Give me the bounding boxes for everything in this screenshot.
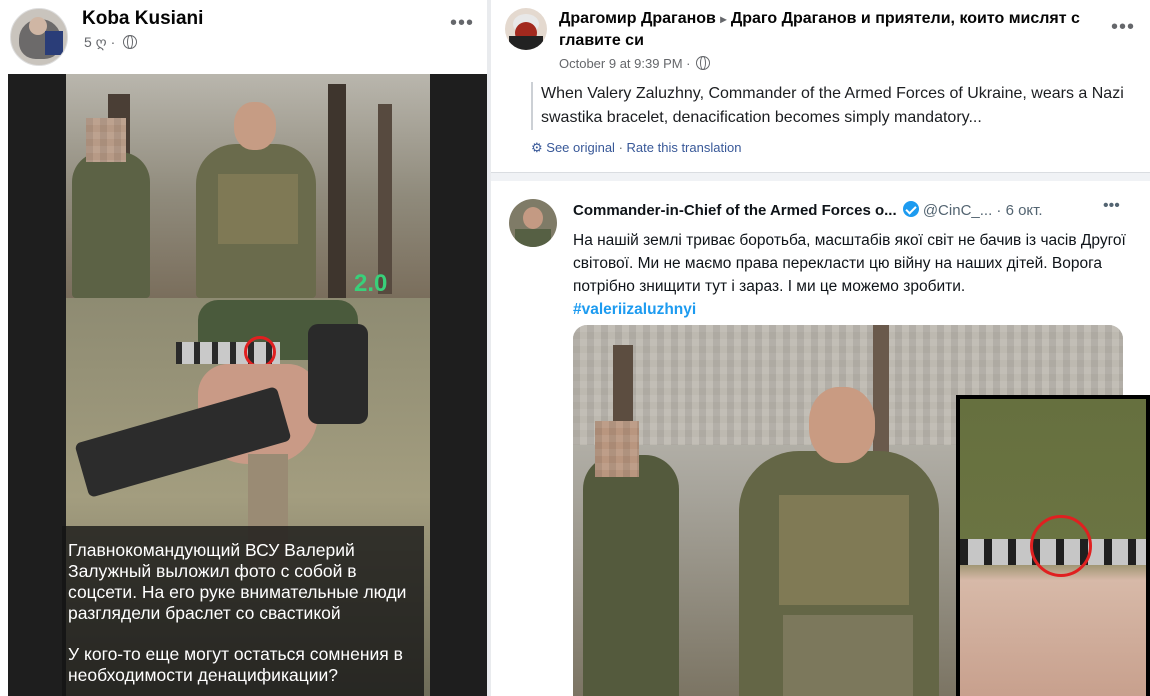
soldier-left — [583, 455, 679, 696]
tweet-hashtag[interactable]: #valeriizaluzhnyi — [573, 301, 696, 318]
post-header: Драгомир Драганов ▸ Драго Драганов и при… — [559, 8, 1099, 52]
zoomed-inset — [956, 395, 1150, 696]
see-original-link[interactable]: See original — [546, 140, 615, 155]
tweet-author[interactable]: Commander-in-Chief of the Armed Forces o… — [573, 202, 897, 219]
highlight-circle — [1030, 515, 1092, 577]
caption-paragraph-1: Главнокомандующий ВСУ Валерий Залужный в… — [68, 540, 407, 623]
tweet-avatar[interactable] — [509, 199, 557, 247]
gear-icon: ⚙ — [531, 140, 543, 155]
verified-icon — [902, 201, 919, 217]
tweet-text: На нашій землі триває боротьба, масштабі… — [573, 229, 1133, 321]
post-time-text[interactable]: October 9 at 9:39 PM · — [559, 56, 691, 71]
tweet-header: Commander-in-Chief of the Armed Forces o… — [573, 197, 1133, 219]
post-time: October 9 at 9:39 PM · — [559, 56, 711, 71]
author-avatar[interactable] — [505, 8, 547, 50]
watermark: 2.0 — [354, 270, 388, 297]
soldier-left — [72, 152, 150, 298]
post-time: 5 ღ · — [84, 34, 138, 51]
post-time-text[interactable]: 5 ღ — [84, 34, 107, 50]
link-separator: · — [618, 140, 623, 155]
translated-text: When Valery Zaluzhny, Commander of the A… — [531, 82, 1141, 130]
tweet-body: На нашій землі триває боротьба, масштабі… — [573, 232, 1126, 295]
author-name[interactable]: Драгомир Драганов — [559, 10, 716, 27]
rate-translation-link[interactable]: Rate this translation — [627, 140, 742, 155]
tweet-more-icon[interactable]: ••• — [1103, 197, 1120, 215]
tweet-date[interactable]: · 6 окт. — [996, 202, 1042, 219]
right-post: Драгомир Драганов ▸ Драго Драганов и при… — [491, 0, 1150, 696]
embedded-tweet-area: Commander-in-Chief of the Armed Forces o… — [491, 172, 1150, 696]
translation-links: ⚙ See original · Rate this translation — [531, 140, 741, 156]
embedded-tweet[interactable]: Commander-in-Chief of the Armed Forces o… — [491, 181, 1150, 696]
more-options-icon[interactable]: ••• — [1111, 16, 1135, 39]
arrow-icon: ▸ — [720, 12, 727, 26]
left-post: Koba Kusiani 5 ღ · ••• 2.0 Главнокоманду… — [0, 0, 487, 696]
author-avatar[interactable] — [10, 8, 68, 66]
more-options-icon[interactable]: ••• — [450, 12, 474, 35]
globe-icon — [123, 35, 138, 49]
tweet-handle[interactable]: @CinC_... — [923, 202, 992, 219]
globe-icon — [696, 56, 711, 70]
author-name[interactable]: Koba Kusiani — [82, 8, 203, 30]
caption-paragraph-2: У кого-то еще могут остаться сомнения в … — [68, 644, 403, 685]
photo-caption: Главнокомандующий ВСУ Валерий Залужный в… — [62, 526, 424, 696]
